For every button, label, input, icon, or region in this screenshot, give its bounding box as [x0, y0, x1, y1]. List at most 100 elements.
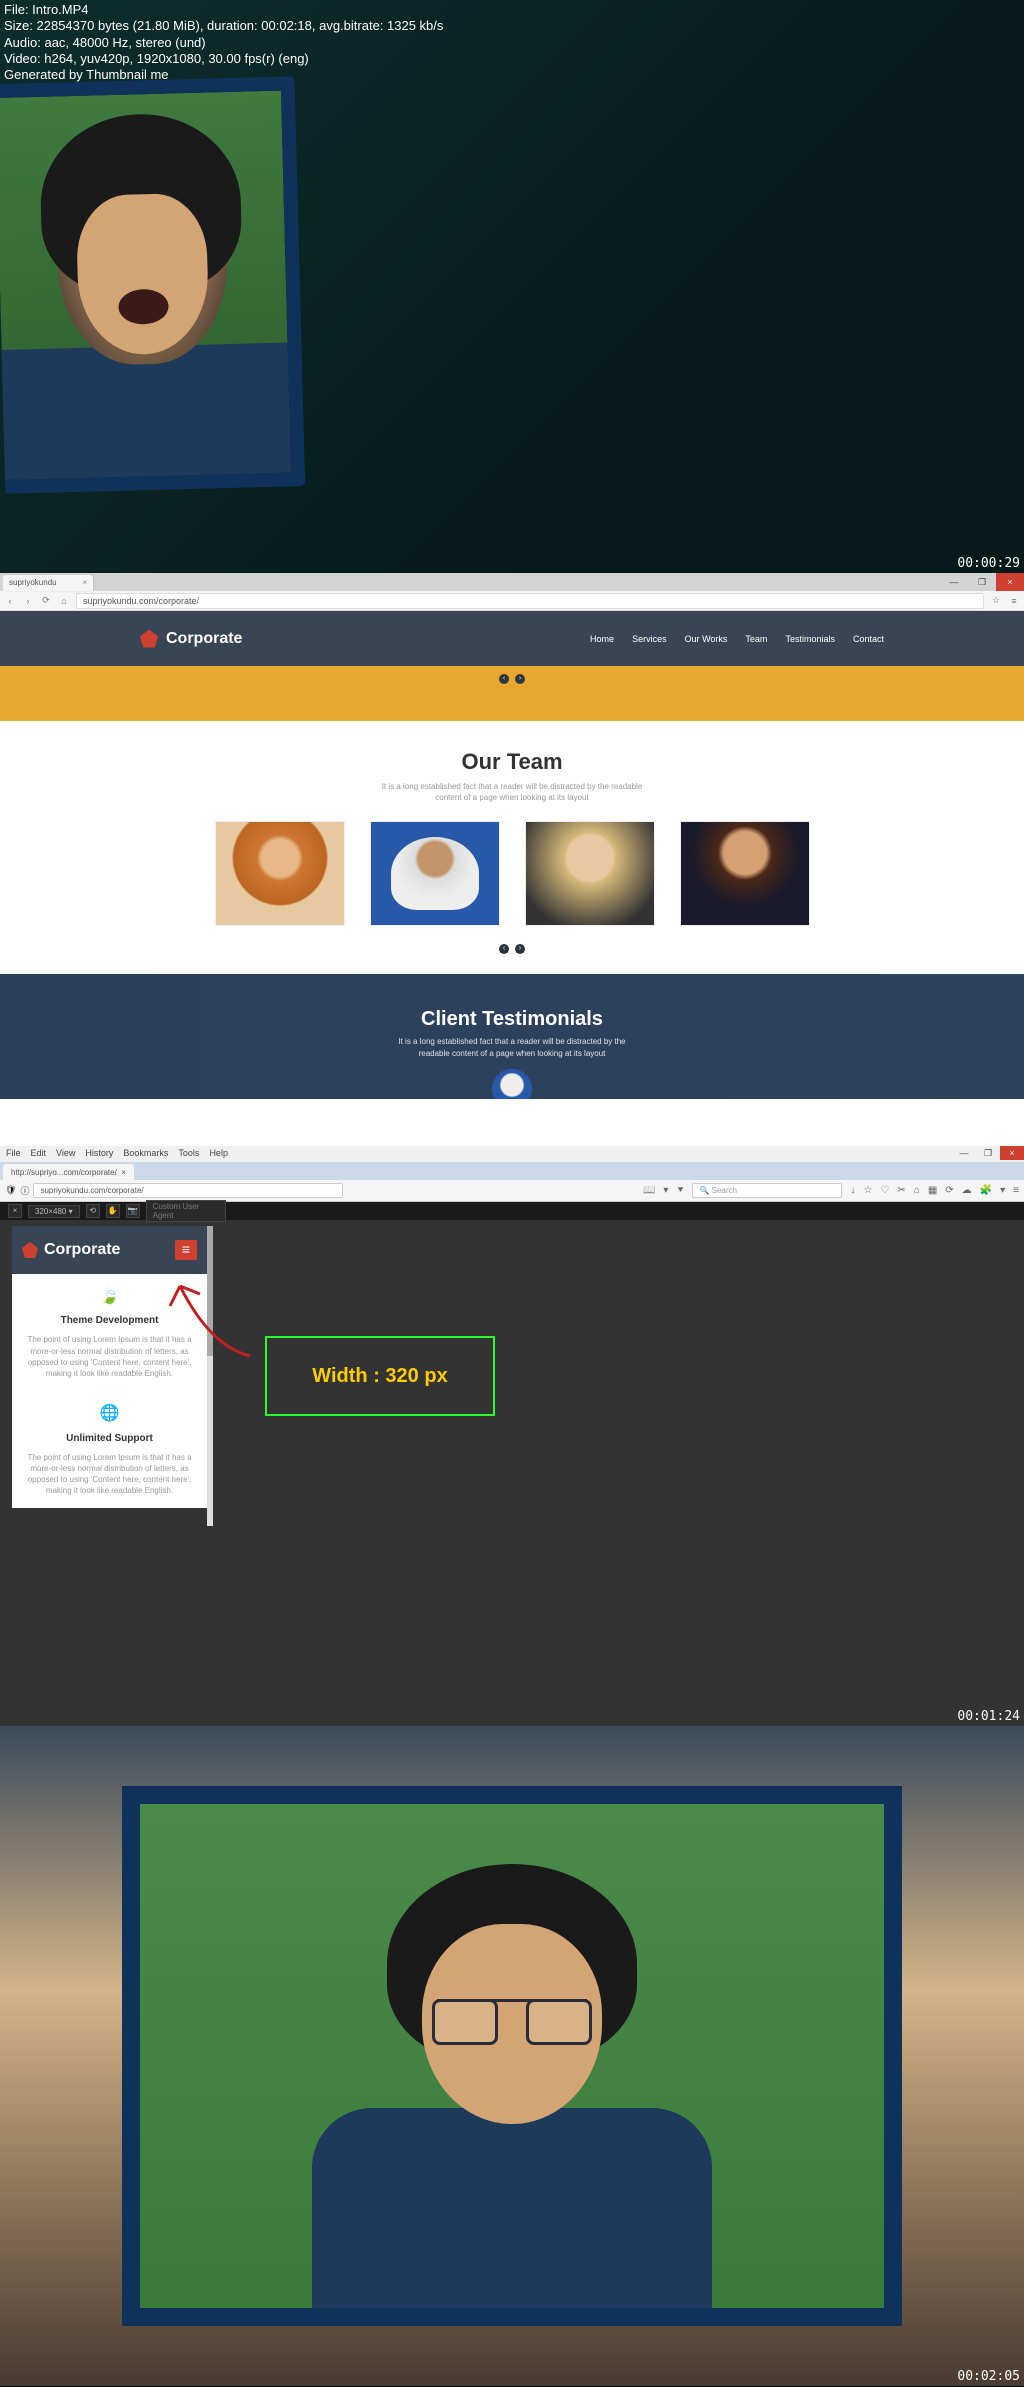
- url-input[interactable]: supriyokundu.com/corporate/: [76, 593, 984, 609]
- cloud-icon[interactable]: ☁: [962, 1185, 972, 1196]
- presenter-head: [407, 1864, 617, 2144]
- close-responsive-button[interactable]: ×: [8, 1204, 22, 1218]
- window-maximize-button[interactable]: ❐: [976, 1146, 1000, 1160]
- thumbnail-frame-1: 00:00:29: [0, 0, 1024, 573]
- browser-tab[interactable]: http://supriyo...com/corporate/ ×: [3, 1164, 134, 1182]
- annotation-arrow-icon: [150, 1256, 270, 1376]
- slider-next-button[interactable]: ›: [515, 674, 525, 684]
- menu-file[interactable]: File: [6, 1148, 21, 1160]
- testimonial-avatar: [492, 1069, 532, 1100]
- team-next-button[interactable]: ›: [515, 944, 525, 954]
- firefox-menubar: File Edit View History Bookmarks Tools H…: [0, 1146, 1024, 1162]
- window-minimize-button[interactable]: —: [940, 573, 968, 591]
- team-member-photo[interactable]: [680, 821, 810, 926]
- nav-works[interactable]: Our Works: [685, 634, 728, 644]
- menu-tools[interactable]: Tools: [178, 1148, 199, 1160]
- globe-icon: 🌐: [22, 1403, 197, 1425]
- frame-timestamp: 00:02:05: [957, 2369, 1020, 2384]
- window-close-button[interactable]: ×: [1000, 1146, 1024, 1160]
- bookmark-star-icon[interactable]: ☆: [990, 595, 1002, 606]
- section-title: Client Testimonials: [0, 1008, 1024, 1031]
- chrome-tab-strip: supriyokundu × — ❐ ×: [0, 573, 1024, 591]
- team-member-photo[interactable]: [215, 821, 345, 926]
- thumbnail-frame-2: supriyokundu × — ❐ × ‹ › ⟳ ⌂ supriyokund…: [0, 573, 1024, 1146]
- menu-history[interactable]: History: [85, 1148, 113, 1160]
- tab-title: supriyokundu: [9, 578, 57, 587]
- more-icon[interactable]: ▾: [1000, 1185, 1005, 1196]
- team-member-photo[interactable]: [525, 821, 655, 926]
- url-input[interactable]: supriyokundu.com/corporate/: [33, 1183, 343, 1198]
- menu-bookmarks[interactable]: Bookmarks: [123, 1148, 168, 1160]
- firefox-tab-strip: http://supriyo...com/corporate/ ×: [0, 1162, 1024, 1180]
- nav-services[interactable]: Services: [632, 634, 667, 644]
- card-title: Unlimited Support: [22, 1432, 197, 1446]
- hero-slider: ‹ ›: [0, 666, 1024, 721]
- window-maximize-button[interactable]: ❐: [968, 573, 996, 591]
- slider-prev-button[interactable]: ‹: [499, 674, 509, 684]
- tab-close-icon[interactable]: ×: [82, 578, 87, 587]
- firefox-address-bar: 🛡 ⓘ supriyokundu.com/corporate/ 📖 ▾ ⯆ 🔍 …: [0, 1180, 1024, 1202]
- section-title: Our Team: [0, 749, 1024, 775]
- url-text: supriyokundu.com/corporate/: [83, 596, 199, 606]
- back-icon[interactable]: ‹: [4, 596, 16, 606]
- brand-name: Corporate: [44, 1241, 120, 1259]
- pocket-icon[interactable]: ⯆: [676, 1185, 684, 1196]
- dropdown-icon[interactable]: ▾: [663, 1185, 668, 1196]
- viewport-size-select[interactable]: 320×480 ▾: [28, 1205, 80, 1218]
- section-subtitle: It is a long established fact that a rea…: [382, 1036, 642, 1058]
- presenter-video-inset: [0, 76, 305, 494]
- home-icon[interactable]: ⌂: [58, 596, 70, 606]
- tab-close-icon[interactable]: ×: [121, 1168, 126, 1177]
- forward-icon[interactable]: ›: [22, 596, 34, 606]
- home-icon[interactable]: ⌂: [914, 1185, 920, 1196]
- reader-icon[interactable]: 📖: [643, 1185, 655, 1196]
- clip-icon[interactable]: ✂: [897, 1185, 905, 1196]
- responsive-design-toolbar: × 320×480 ▾ ⟲ ✋ 📷 Custom User Agent: [0, 1202, 1024, 1220]
- glasses-icon: [437, 1999, 587, 2039]
- nav-testimonials[interactable]: Testimonials: [785, 634, 835, 644]
- window-close-button[interactable]: ×: [996, 573, 1024, 591]
- team-member-photo[interactable]: [370, 821, 500, 926]
- feature-card: 🌐 Unlimited Support The point of using L…: [12, 1391, 207, 1508]
- pentagon-icon: [22, 1242, 38, 1258]
- hamburger-menu-icon[interactable]: ≡: [1013, 1185, 1019, 1196]
- menu-help[interactable]: Help: [209, 1148, 228, 1160]
- chrome-menu-icon[interactable]: ≡: [1008, 596, 1020, 606]
- frame-timestamp: 00:00:57: [957, 1129, 1020, 1144]
- bookmark-star-icon[interactable]: ☆: [863, 1185, 872, 1196]
- team-prev-button[interactable]: ‹: [499, 944, 509, 954]
- info-icon[interactable]: ⓘ: [20, 1184, 29, 1197]
- screenshot-button[interactable]: 📷: [126, 1204, 140, 1218]
- menu-view[interactable]: View: [56, 1148, 75, 1160]
- thumbnail-frame-3: File Edit View History Bookmarks Tools H…: [0, 1146, 1024, 1726]
- rotate-button[interactable]: ⟲: [86, 1204, 100, 1218]
- touch-button[interactable]: ✋: [106, 1204, 120, 1218]
- download-icon[interactable]: ↓: [850, 1185, 855, 1196]
- reload-icon[interactable]: ⟳: [40, 595, 52, 606]
- browser-tab[interactable]: supriyokundu ×: [3, 575, 93, 591]
- user-agent-input[interactable]: Custom User Agent: [146, 1200, 226, 1222]
- thumbnail-frame-4: 00:02:05: [0, 1726, 1024, 2386]
- nav-team[interactable]: Team: [745, 634, 767, 644]
- sync-icon[interactable]: ⟳: [945, 1185, 953, 1196]
- shield-icon[interactable]: 🛡: [5, 1185, 16, 1196]
- tab-title: http://supriyo...com/corporate/: [11, 1168, 117, 1177]
- frame-timestamp: 00:01:24: [957, 1709, 1020, 1724]
- nav-home[interactable]: Home: [590, 634, 614, 644]
- site-logo[interactable]: Corporate: [140, 630, 242, 648]
- menu-edit[interactable]: Edit: [31, 1148, 47, 1160]
- addon-icon[interactable]: 🧩: [980, 1185, 992, 1196]
- video-metadata-overlay: File: Intro.MP4 Size: 22854370 bytes (21…: [0, 0, 447, 85]
- frame-timestamp: 00:00:29: [957, 556, 1020, 571]
- width-annotation-box: Width : 320 px: [265, 1336, 495, 1416]
- heart-icon[interactable]: ♡: [880, 1185, 889, 1196]
- meta-file: File: Intro.MP4: [4, 2, 443, 18]
- testimonials-section: Client Testimonials It is a long establi…: [0, 974, 1024, 1099]
- card-description: The point of using Lorem Ipsum is that i…: [22, 1452, 197, 1497]
- chrome-address-bar: ‹ › ⟳ ⌂ supriyokundu.com/corporate/ ☆ ≡: [0, 591, 1024, 611]
- feed-icon[interactable]: ▦: [928, 1185, 937, 1196]
- window-minimize-button[interactable]: —: [952, 1146, 976, 1160]
- meta-generator: Generated by Thumbnail me: [4, 67, 443, 83]
- nav-contact[interactable]: Contact: [853, 634, 884, 644]
- search-input[interactable]: 🔍 Search: [692, 1183, 842, 1198]
